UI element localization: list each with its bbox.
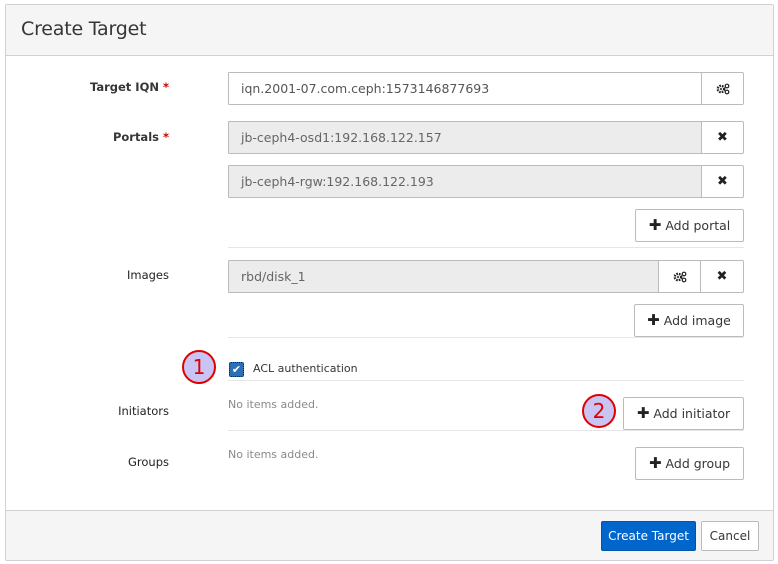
image-settings-button[interactable]: [658, 260, 701, 293]
create-target-panel: Create Target Target IQN * iqn.2001-07.co…: [5, 4, 774, 561]
check-icon: ✔: [231, 363, 242, 376]
cancel-button[interactable]: Cancel: [701, 521, 759, 551]
gears-icon: [673, 271, 687, 283]
add-initiator-button[interactable]: ✚ Add initiator: [623, 397, 744, 430]
panel-footer: Create Target Cancel: [6, 510, 773, 560]
plus-icon: ✚: [647, 311, 660, 329]
close-icon: ✖: [716, 269, 728, 284]
add-portal-button[interactable]: ✚ Add portal: [635, 209, 744, 242]
iqn-settings-button[interactable]: [701, 72, 744, 105]
initiators-label: Initiators: [118, 404, 169, 418]
groups-empty-text: No items added.: [228, 448, 319, 461]
acl-authentication-checkbox[interactable]: ✔: [229, 362, 244, 377]
images-label: Images: [126, 268, 169, 282]
portal-item: jb-ceph4-rgw:192.168.122.193: [228, 165, 702, 198]
groups-label: Groups: [127, 455, 169, 469]
portal-item: jb-ceph4-osd1:192.168.122.157: [228, 121, 702, 154]
remove-portal-button[interactable]: ✖: [701, 121, 744, 154]
annotation-badge-2: 2: [582, 394, 616, 428]
divider: [228, 247, 744, 248]
close-icon: ✖: [717, 130, 728, 145]
plus-icon: ✚: [636, 404, 650, 422]
add-image-button[interactable]: ✚ Add image: [634, 304, 744, 337]
divider: [228, 337, 744, 338]
plus-icon: ✚: [648, 216, 662, 234]
panel-header: Create Target: [6, 5, 773, 56]
annotation-badge-1: 1: [182, 350, 216, 384]
image-item: rbd/disk_1: [228, 260, 659, 293]
target-iqn-input[interactable]: iqn.2001-07.com.ceph:1573146877693: [228, 72, 702, 105]
divider: [228, 380, 744, 381]
portals-label: Portals *: [112, 130, 169, 144]
initiators-empty-text: No items added.: [228, 398, 319, 411]
remove-image-button[interactable]: ✖: [700, 260, 744, 293]
gears-icon: [716, 83, 730, 95]
divider: [228, 430, 744, 431]
acl-authentication-label: ACL authentication: [253, 362, 358, 375]
plus-icon: ✚: [648, 454, 662, 472]
create-target-button[interactable]: Create Target: [601, 521, 696, 551]
target-iqn-label: Target IQN *: [89, 80, 169, 94]
close-icon: ✖: [717, 174, 728, 189]
page-title: Create Target: [21, 18, 147, 40]
add-group-button[interactable]: ✚ Add group: [635, 447, 744, 480]
remove-portal-button[interactable]: ✖: [701, 165, 744, 198]
